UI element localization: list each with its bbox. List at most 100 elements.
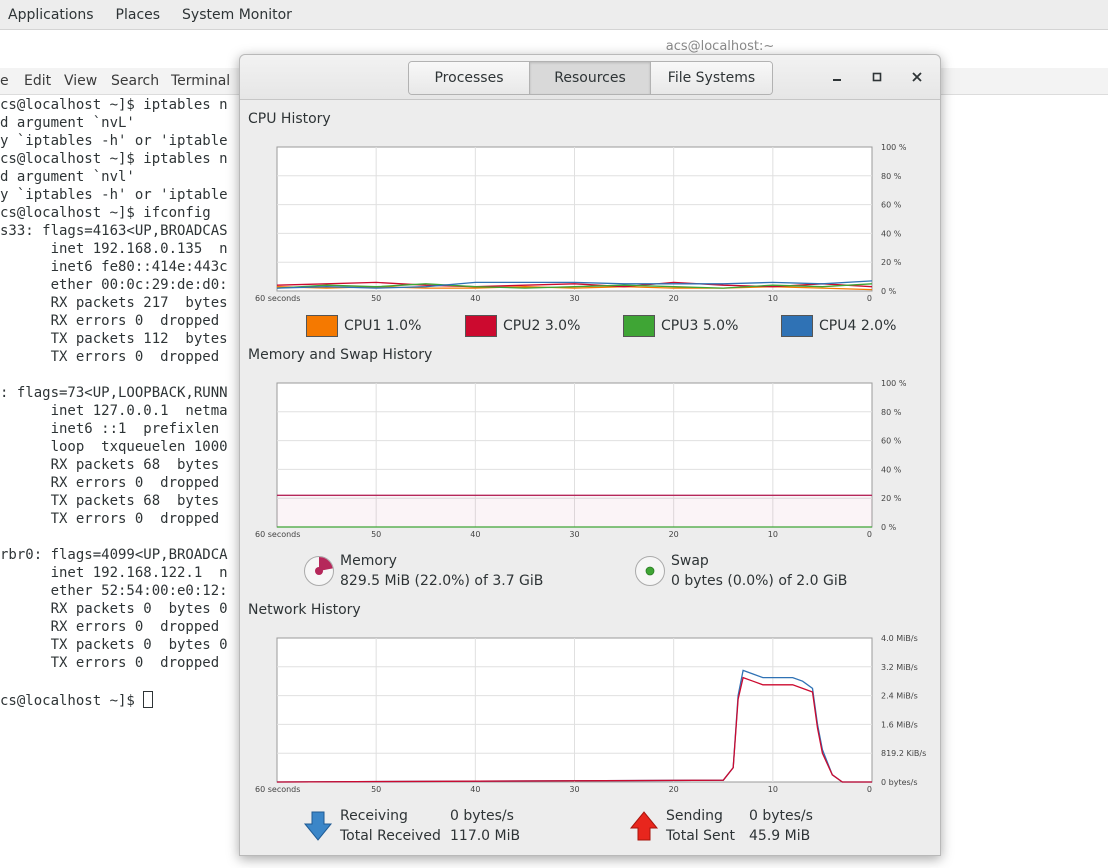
terminal-menu-terminal[interactable]: Terminal [171, 73, 230, 89]
y-tick-label: 60 % [881, 201, 902, 210]
terminal-line: RX errors 0 dropped [0, 619, 220, 635]
x-tick-label: 20 [669, 294, 679, 303]
cpu1-value: 1.0% [385, 318, 422, 334]
terminal-line: s33: flags=4163<UP,BROADCAS [0, 223, 228, 239]
y-tick-label: 80 % [881, 408, 902, 417]
y-tick-label: 0 bytes/s [881, 778, 918, 787]
terminal-line: TX errors 0 dropped [0, 511, 220, 527]
cpu2-legend: CPU2 3.0% [465, 315, 580, 337]
swap-pie-icon[interactable] [634, 555, 666, 587]
terminal-line: TX errors 0 dropped [0, 655, 220, 671]
terminal-line: y `iptables -h' or 'iptable [0, 133, 228, 149]
x-tick-label: 10 [768, 785, 778, 794]
terminal-line: inet 127.0.0.1 netma [0, 403, 228, 419]
terminal-menu-edit[interactable]: Edit [24, 73, 51, 89]
tab-processes[interactable]: Processes [409, 62, 530, 94]
cpu4-legend: CPU4 2.0% [781, 315, 896, 337]
y-tick-label: 20 % [881, 258, 902, 267]
y-tick-label: 60 % [881, 437, 902, 446]
sending-arrow-icon[interactable] [629, 810, 659, 842]
receiving-label: Receiving [340, 808, 408, 824]
terminal-line: y `iptables -h' or 'iptable [0, 187, 228, 203]
terminal-line: RX packets 68 bytes [0, 457, 220, 473]
memory-value: 829.5 MiB (22.0%) of 3.7 GiB [340, 573, 544, 589]
cpu4-value: 2.0% [860, 318, 897, 334]
x-tick-label: 10 [768, 530, 778, 539]
terminal-menu-view[interactable]: View [64, 73, 97, 89]
terminal-line: : flags=73<UP,LOOPBACK,RUNN [0, 385, 228, 401]
swap-value: 0 bytes (0.0%) of 2.0 GiB [671, 573, 848, 589]
cpu-history-graph: 100 % 80 % 60 % 40 % 20 % 0 % 60 seconds 50 40 30… [255, 143, 907, 303]
cpu2-name: CPU2 [503, 318, 541, 334]
terminal-line: RX packets 217 bytes [0, 295, 228, 311]
cpu1-color-swatch[interactable] [306, 315, 338, 337]
cpu3-name: CPU3 [661, 318, 699, 334]
receiving-arrow-icon[interactable] [303, 810, 333, 842]
terminal-line: cs@localhost ~]$ iptables n [0, 97, 228, 113]
terminal-line: ether 52:54:00:e0:12: [0, 583, 228, 599]
system-monitor-app-menu[interactable]: System Monitor [172, 0, 304, 30]
cpu2-color-swatch[interactable] [465, 315, 497, 337]
x-tick-label: 60 seconds [255, 530, 300, 539]
memory-history-title: Memory and Swap History [248, 347, 433, 363]
y-tick-label: 2.4 MiB/s [881, 692, 918, 701]
cpu1-legend: CPU1 1.0% [306, 315, 421, 337]
terminal-title: acs@localhost:~ [665, 39, 775, 54]
minimize-icon[interactable] [827, 67, 847, 87]
cpu3-color-swatch[interactable] [623, 315, 655, 337]
y-tick-label: 100 % [881, 379, 907, 388]
system-monitor-window: Processes Resources File Systems CPU His… [239, 54, 941, 856]
y-tick-label: 4.0 MiB/s [881, 634, 918, 643]
receiving-value: 0 bytes/s [450, 808, 514, 824]
cpu2-value: 3.0% [544, 318, 581, 334]
terminal-line: RX errors 0 dropped [0, 475, 220, 491]
terminal-line: TX packets 0 bytes 0 [0, 637, 228, 653]
y-tick-label: 0 % [881, 287, 897, 296]
y-tick-label: 20 % [881, 494, 902, 503]
swap-label: Swap [671, 553, 709, 569]
memory-pie-icon[interactable] [303, 555, 335, 587]
x-tick-label: 50 [371, 294, 381, 303]
places-menu[interactable]: Places [106, 0, 173, 30]
series-fill-memory [277, 495, 872, 527]
x-tick-label: 20 [669, 785, 679, 794]
cpu4-color-swatch[interactable] [781, 315, 813, 337]
y-tick-label: 0 % [881, 523, 897, 532]
maximize-icon[interactable] [867, 67, 887, 87]
close-icon[interactable] [907, 67, 927, 87]
terminal-line: inet 192.168.0.135 n [0, 241, 228, 257]
x-tick-label: 20 [669, 530, 679, 539]
memory-label: Memory [340, 553, 397, 569]
terminal-line: TX packets 68 bytes [0, 493, 220, 509]
y-tick-label: 40 % [881, 229, 902, 238]
terminal-line: inet 192.168.122.1 n [0, 565, 228, 581]
y-tick-label: 1.6 MiB/s [881, 720, 918, 729]
x-tick-label: 40 [470, 530, 480, 539]
terminal-line: TX packets 112 bytes [0, 331, 228, 347]
x-tick-label: 30 [569, 785, 579, 794]
terminal-menu-file[interactable]: e [0, 73, 9, 89]
total-received-label: Total Received [340, 828, 441, 844]
terminal-line: d argument `nvl' [0, 169, 135, 185]
tab-resources[interactable]: Resources [530, 62, 651, 94]
tab-file-systems[interactable]: File Systems [651, 62, 772, 94]
cpu3-legend: CPU3 5.0% [623, 315, 738, 337]
x-tick-label: 60 seconds [255, 785, 300, 794]
cpu-history-title: CPU History [248, 111, 331, 127]
terminal-line: cs@localhost ~]$ iptables n [0, 151, 228, 167]
terminal-line: inet6 ::1 prefixlen [0, 421, 220, 437]
terminal-line: inet6 fe80::414e:443c [0, 259, 228, 275]
x-tick-label: 10 [768, 294, 778, 303]
terminal-cursor [143, 691, 154, 708]
x-tick-label: 0 [867, 294, 872, 303]
view-switcher: Processes Resources File Systems [408, 61, 773, 95]
cpu4-name: CPU4 [819, 318, 857, 334]
total-sent-value: 45.9 MiB [749, 828, 811, 844]
cpu3-value: 5.0% [702, 318, 739, 334]
terminal-menu-search[interactable]: Search [111, 73, 159, 89]
x-tick-label: 50 [371, 785, 381, 794]
y-tick-label: 80 % [881, 172, 902, 181]
terminal-line: RX packets 0 bytes 0 [0, 601, 228, 617]
applications-menu[interactable]: Applications [0, 0, 106, 30]
x-tick-label: 40 [470, 294, 480, 303]
